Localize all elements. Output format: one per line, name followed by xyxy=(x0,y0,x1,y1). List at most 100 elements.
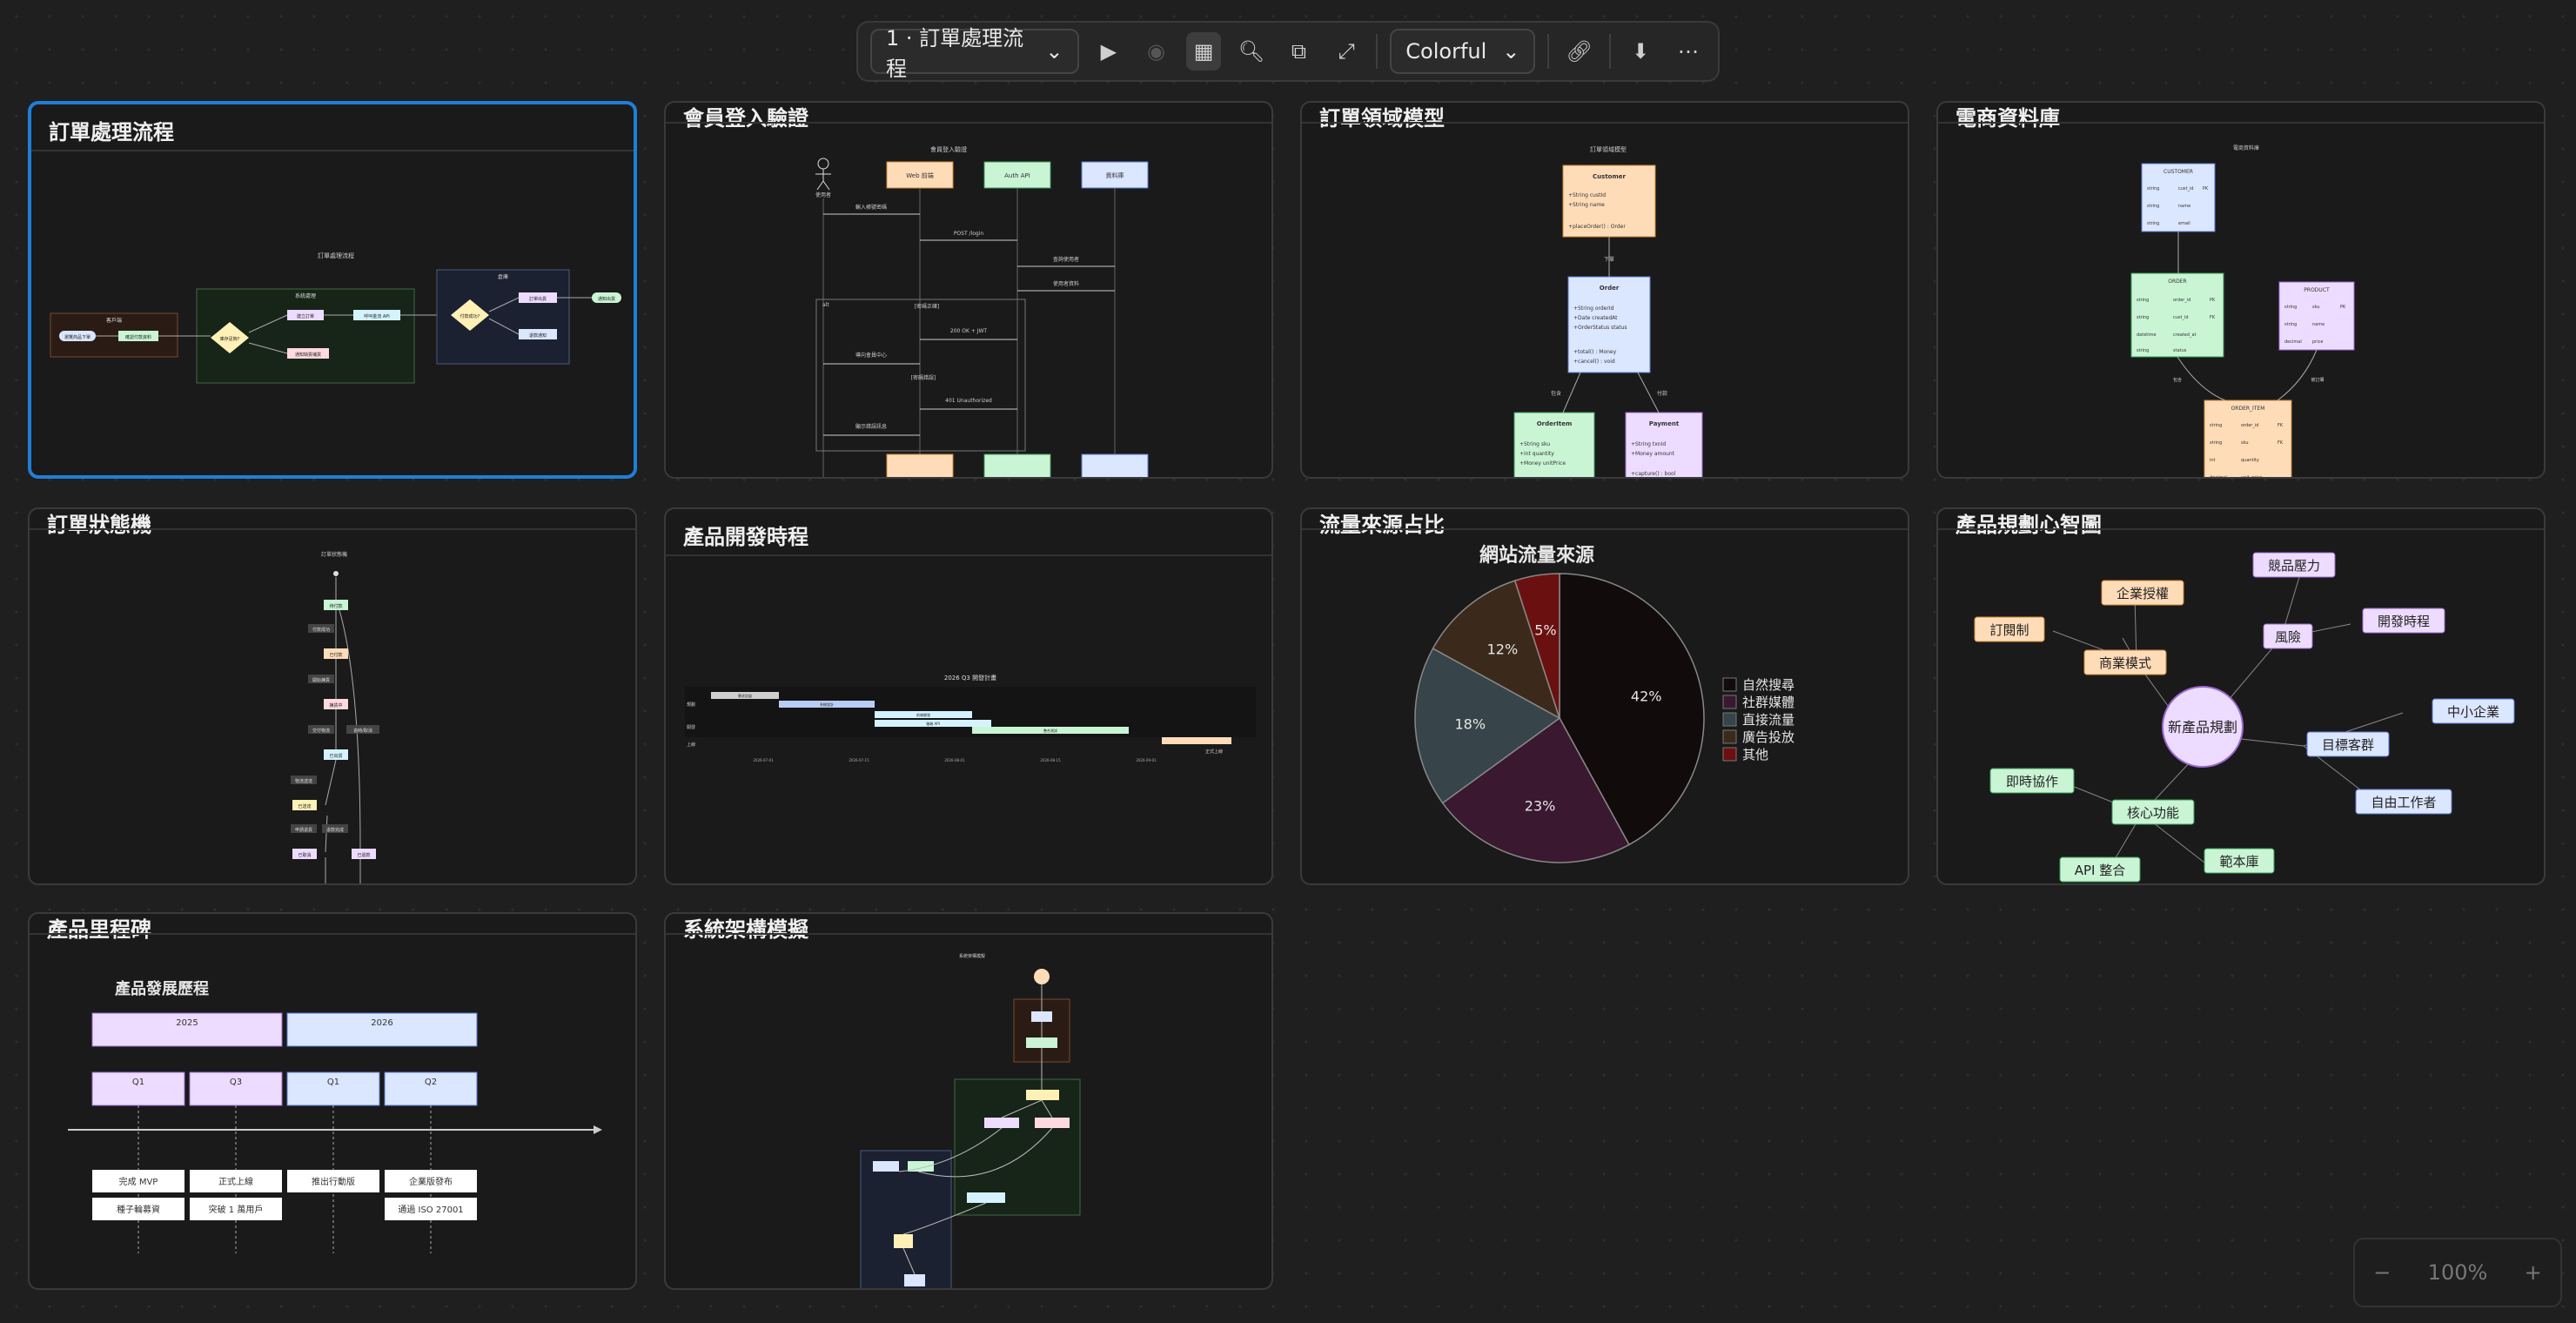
theme-select-label: Colorful xyxy=(1405,39,1487,64)
message-label: 查詢使用者 xyxy=(1053,256,1079,263)
node-label: 通知出貨 xyxy=(598,296,615,302)
svg-text:string: string xyxy=(2284,305,2297,310)
message-label: 200 OK + JWT xyxy=(950,328,988,334)
diagram-card-erd[interactable]: 電商資料庫 電商資料庫 CUSTOMER ORDER PRODUCT ORDER… xyxy=(1936,101,2546,479)
layers-icon[interactable]: ⧉ xyxy=(1281,32,1317,71)
arch-node xyxy=(967,1192,1005,1203)
task-label: 正式上線 xyxy=(1205,749,1223,755)
svg-text:cust_id: cust_id xyxy=(2178,186,2194,191)
transition-label: 交付物流 xyxy=(312,728,330,734)
diagram-card-gantt[interactable]: 產品開發時程 2026 Q3 開發計畫 規劃 開發 上線 需求訪談 系統設計 前… xyxy=(664,507,1273,885)
section-label: 規劃 xyxy=(687,702,695,708)
state-label: 揀貨中 xyxy=(329,702,342,709)
slice-value-label: 23% xyxy=(1525,797,1556,814)
record-icon[interactable]: ◉ xyxy=(1138,32,1174,71)
link-icon[interactable]: 🔗︎ xyxy=(1561,32,1597,71)
diagram-card-architecture[interactable]: 系統架構模擬 系統架構模擬 xyxy=(664,912,1273,1290)
task-label: 整合測試 xyxy=(1043,728,1057,733)
participant-box xyxy=(983,453,1051,477)
diagram-title: 產品發展歷程 xyxy=(115,979,209,998)
branch-label: 即時協作 xyxy=(2006,774,2058,789)
quarter-label: Q2 xyxy=(425,1078,437,1087)
message-label: POST /login xyxy=(954,231,984,237)
relation-label: 被訂購 xyxy=(2311,377,2324,383)
svg-text:created_at: created_at xyxy=(2173,332,2197,338)
mindmap-root-label: 新產品規劃 xyxy=(2168,719,2237,735)
expand-icon[interactable]: ⤢ xyxy=(1329,32,1365,71)
relation-label: 下單 xyxy=(1604,257,1614,263)
legend-label: 社群媒體 xyxy=(1742,695,1794,710)
svg-text:string: string xyxy=(2137,348,2149,353)
branch-label: 企業授權 xyxy=(2116,586,2169,601)
year-label: 2025 xyxy=(176,1018,198,1028)
legend-label: 廣告投放 xyxy=(1742,729,1794,745)
grid-icon[interactable]: ▦ xyxy=(1185,32,1222,71)
legend-swatch xyxy=(1722,695,1737,709)
svg-text:PK: PK xyxy=(2210,298,2216,303)
entity-box xyxy=(2204,400,2292,477)
event-label: 完成 MVP xyxy=(119,1176,158,1187)
arch-node xyxy=(1034,969,1050,984)
svg-text:FK: FK xyxy=(2277,440,2284,446)
svg-text:name: name xyxy=(2178,204,2190,209)
diagram-select[interactable]: 1 · 訂單處理流程 ⌄ xyxy=(870,26,1079,81)
diagram-card-state-machine[interactable]: 訂單狀態機 訂單狀態機 待付款 已付款 揀貨中 已出貨 已送達 已取消 已退款 … xyxy=(28,507,637,885)
branch-label: 訂閱制 xyxy=(1989,622,2029,638)
diagram-card-traffic-pie[interactable]: 流量來源占比 網站流量來源 42% 23% 18% 12% 5% 自然搜尋 社群媒體 直接流… xyxy=(1300,507,1909,885)
branch-label: 範本庫 xyxy=(2219,854,2258,870)
legend-swatch xyxy=(1722,729,1737,744)
zoom-out-button[interactable]: − xyxy=(2373,1260,2391,1285)
entity-name: ORDER xyxy=(2168,279,2186,285)
diagram-card-order-flow[interactable]: 訂單處理流程 訂單處理流程 客戶端 瀏覽商品下單 確認付款資料 系統處理 庫存足… xyxy=(28,101,637,479)
axis-date: 2026-07-15 xyxy=(849,758,869,762)
diagram-card-login-sequence[interactable]: 會員登入驗證 會員登入驗證 使用者 Web 前端 Auth API 資料庫 輸入… xyxy=(664,101,1273,479)
task-label: 後端 API xyxy=(926,721,940,726)
event-label: 通過 ISO 27001 xyxy=(398,1205,463,1215)
diagram-card-mindmap[interactable]: 產品規劃心智圖 新產品規劃 商業模式 訂閱制 企業授權 風險 競品壓力 開發時程… xyxy=(1936,507,2546,885)
diagram-title: 2026 Q3 開發計畫 xyxy=(944,674,996,682)
diagram-card-class-model[interactable]: 訂單領域模型 訂單領域模型 Customer +String custId +S… xyxy=(1300,101,1909,479)
relation-label: 包含 xyxy=(2173,377,2182,383)
download-icon[interactable]: ⬇ xyxy=(1623,32,1659,71)
more-icon[interactable]: ⋯ xyxy=(1670,32,1706,71)
diagram-title: 系統架構模擬 xyxy=(959,953,985,959)
svg-text:string: string xyxy=(2147,186,2159,191)
group-label: 客戶端 xyxy=(106,317,122,324)
message-label: 導向會員中心 xyxy=(855,352,887,359)
diagram-select-label: 1 · 訂單處理流程 xyxy=(886,26,1024,81)
zoom-in-button[interactable]: + xyxy=(2525,1260,2542,1285)
chevron-down-icon: ⌄ xyxy=(1502,39,1520,64)
search-icon[interactable]: 🔍︎ xyxy=(1233,32,1269,71)
legend-swatch xyxy=(1722,712,1737,727)
theme-select[interactable]: Colorful ⌄ xyxy=(1390,29,1536,74)
erd-preview: 電商資料庫 CUSTOMER ORDER PRODUCT ORDER_ITEM … xyxy=(2130,144,2355,477)
message-label: 使用者資料 xyxy=(1053,280,1079,287)
message-label: [密碼錯誤] xyxy=(911,374,936,381)
class-method: +capture() : bool xyxy=(1631,471,1676,477)
branch-label: 核心功能 xyxy=(2127,805,2179,821)
svg-text:FK: FK xyxy=(2210,315,2216,320)
participant-label: 資料庫 xyxy=(1106,171,1124,179)
axis-date: 2026-08-01 xyxy=(944,758,965,762)
branch-label: 自由工作者 xyxy=(2371,795,2436,810)
legend-label: 直接流量 xyxy=(1742,712,1794,728)
participant-label: Web 前端 xyxy=(906,171,934,179)
state-label: 已出貨 xyxy=(329,753,342,759)
slice-value-label: 5% xyxy=(1534,621,1556,638)
svg-text:PK: PK xyxy=(2340,305,2346,310)
svg-text:email: email xyxy=(2178,221,2190,226)
play-icon[interactable]: ▶ xyxy=(1091,32,1127,71)
diagram-card-timeline[interactable]: 產品里程碑 產品發展歷程 2025 2026 Q1 Q3 Q1 Q2 完成 MV… xyxy=(28,912,637,1290)
event-label: 正式上線 xyxy=(218,1176,253,1187)
arch-node xyxy=(1026,1090,1059,1100)
branch-label: 風險 xyxy=(2275,629,2301,645)
node-label: 付款成功? xyxy=(460,313,480,319)
timeline-preview: 產品發展歷程 2025 2026 Q1 Q3 Q1 Q2 完成 MVP 種子輪募… xyxy=(68,979,602,1253)
arch-node xyxy=(1035,1118,1070,1128)
node-label: 呼叫金流 API xyxy=(364,313,390,319)
toolbar: 1 · 訂單處理流程 ⌄ ▶ ◉ ▦ 🔍︎ ⧉ ⤢ Colorful ⌄ 🔗︎ … xyxy=(856,21,1720,82)
svg-text:decimal: decimal xyxy=(2284,339,2302,345)
class-name: OrderItem xyxy=(1537,420,1573,427)
relation-label: 付款 xyxy=(1657,390,1667,397)
diagram-title: 訂單處理流程 xyxy=(318,252,354,259)
